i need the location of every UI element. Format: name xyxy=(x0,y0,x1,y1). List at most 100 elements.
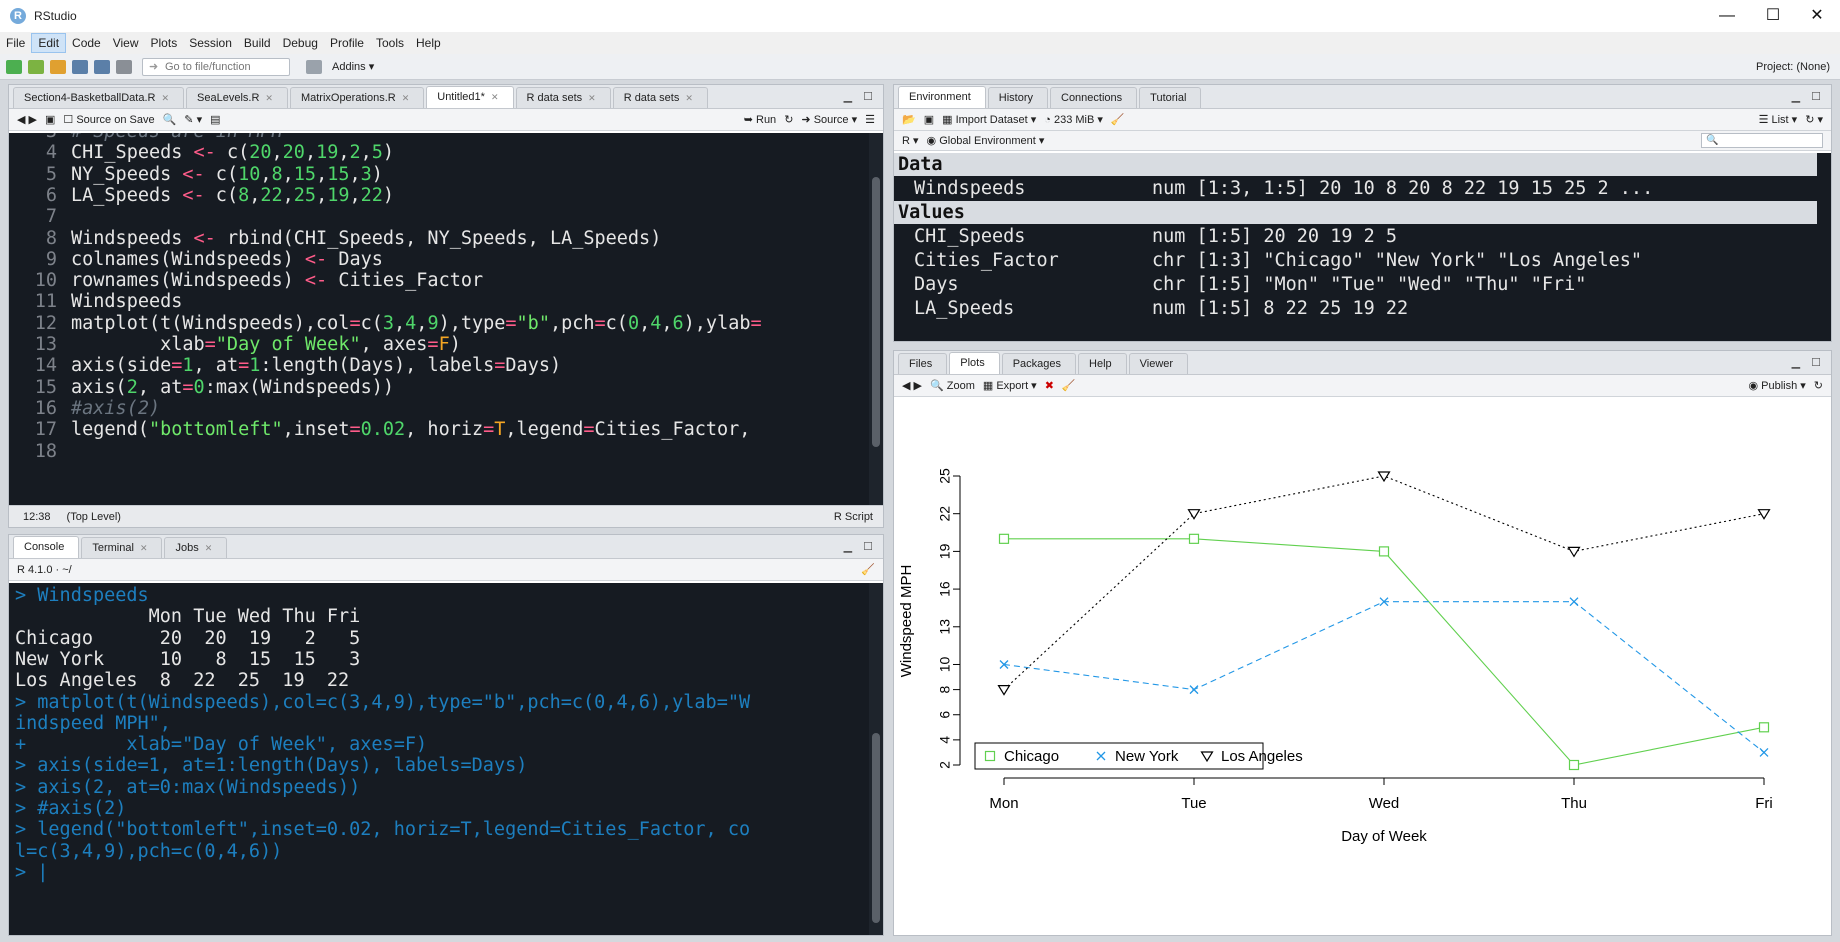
env-row[interactable]: Windspeeds num [1:3, 1:5] 20 10 8 20 8 22… xyxy=(894,177,1817,200)
back-arrow-icon[interactable]: ◀ ▶ xyxy=(17,113,37,126)
menu-help[interactable]: Help xyxy=(410,33,447,53)
source-button[interactable]: ➜ Source ▾ xyxy=(801,113,857,126)
console-output[interactable]: > Windspeeds Mon Tue Wed Thu Fri Chicago … xyxy=(9,583,869,935)
close-tab-icon[interactable]: ✕ xyxy=(588,93,596,103)
x-axis-label: Day of Week xyxy=(1341,828,1427,845)
menu-session[interactable]: Session xyxy=(183,33,238,53)
environment-select[interactable]: ◉ Global Environment ▾ xyxy=(927,134,1045,147)
menu-file[interactable]: File xyxy=(0,33,31,53)
clear-plots-icon[interactable]: 🧹 xyxy=(1062,379,1076,392)
addins-menu[interactable]: Addins ▾ xyxy=(332,60,374,73)
tab-viewer[interactable]: Viewer xyxy=(1128,353,1189,374)
tab-jobs[interactable]: Jobs ✕ xyxy=(164,537,228,558)
memory-usage[interactable]: ◔ 233 MiB ▾ xyxy=(1044,113,1103,126)
tab-history[interactable]: History xyxy=(987,87,1048,108)
open-file-icon[interactable] xyxy=(50,59,66,74)
tab-sealevels-r[interactable]: SeaLevels.R ✕ xyxy=(186,87,288,108)
plots-toolbar: ◀ ▶ 🔍 Zoom ▦ Export ▾ ✖ 🧹 ◉ Publish ▾ ↻ xyxy=(894,375,1831,397)
code-text: rownames(Windspeeds) <- Cities_Factor xyxy=(71,270,484,292)
menu-tools[interactable]: Tools xyxy=(370,33,410,53)
tab-connections[interactable]: Connections xyxy=(1050,87,1138,108)
remove-plot-icon[interactable]: ✖ xyxy=(1045,379,1054,392)
menu-code[interactable]: Code xyxy=(66,33,107,53)
project-menu[interactable]: Project: (None) xyxy=(1756,61,1830,73)
close-tab-icon[interactable]: ✕ xyxy=(491,92,499,102)
search-icon[interactable]: 🔍 xyxy=(163,113,177,126)
menu-profile[interactable]: Profile xyxy=(324,33,370,53)
print-icon[interactable] xyxy=(116,59,132,74)
env-section-header: Values xyxy=(894,201,1817,224)
env-row[interactable]: Days chr [1:5] "Mon" "Tue" "Wed" "Thu" "F… xyxy=(894,273,1817,296)
tab-matrixoperations-r[interactable]: MatrixOperations.R ✕ xyxy=(289,87,425,108)
tab-tutorial[interactable]: Tutorial xyxy=(1139,87,1202,108)
pane-minmax-icon[interactable]: ▁ ☐ xyxy=(844,540,877,553)
run-button[interactable]: ➥ Run xyxy=(744,113,776,126)
env-search-input[interactable]: 🔍 xyxy=(1701,133,1823,148)
tab-console[interactable]: Console xyxy=(13,536,80,558)
code-editor[interactable]: 3 # Speeds are in MPH 4 CHI_Speeds <- c(20,… xyxy=(9,133,869,505)
tab-files[interactable]: Files xyxy=(898,353,948,374)
env-row[interactable]: CHI_Speeds num [1:5] 20 20 19 2 5 xyxy=(894,225,1817,248)
tab-plots[interactable]: Plots xyxy=(949,352,1000,374)
tab-r-data-sets[interactable]: R data sets ✕ xyxy=(612,87,708,108)
tab-help[interactable]: Help xyxy=(1078,353,1127,374)
env-row[interactable]: LA_Speeds num [1:5] 8 22 25 19 22 xyxy=(894,297,1817,320)
tab-r-data-sets[interactable]: R data sets ✕ xyxy=(515,87,611,108)
maximize-button[interactable]: ☐ xyxy=(1750,0,1796,32)
clear-console-icon[interactable]: 🧹 xyxy=(861,563,875,576)
close-tab-icon[interactable]: ✕ xyxy=(685,93,693,103)
console-scrollbar[interactable] xyxy=(869,583,883,935)
goto-file-input[interactable]: Go to file/function xyxy=(142,57,290,76)
new-project-icon[interactable] xyxy=(28,59,44,74)
close-tab-icon[interactable]: ✕ xyxy=(265,93,273,103)
minimize-button[interactable]: — xyxy=(1704,0,1750,32)
import-dataset-button[interactable]: ▦ Import Dataset ▾ xyxy=(942,113,1036,126)
load-workspace-icon[interactable]: 📂 xyxy=(902,113,916,126)
tab-section4-basketballdata-r[interactable]: Section4-BasketballData.R ✕ xyxy=(13,87,185,108)
env-row[interactable]: Cities_Factor chr [1:3] "Chicago" "New Yo… xyxy=(894,249,1817,272)
menu-debug[interactable]: Debug xyxy=(277,33,324,53)
tab-packages[interactable]: Packages xyxy=(1001,353,1077,374)
new-file-icon[interactable] xyxy=(6,59,22,74)
save-all-icon[interactable] xyxy=(94,59,110,74)
tab-untitled1[interactable]: Untitled1* ✕ xyxy=(426,86,514,108)
rerun-icon[interactable]: ↻ xyxy=(784,113,793,126)
close-tab-icon[interactable]: ✕ xyxy=(402,93,410,103)
menu-view[interactable]: View xyxy=(107,33,145,53)
grid-layout-icon[interactable] xyxy=(306,59,322,74)
outline-icon[interactable]: ☰ xyxy=(865,113,875,126)
code-tools-icon[interactable]: ✎ ▾ xyxy=(184,113,202,126)
source-on-save-checkbox[interactable]: ☐ Source on Save xyxy=(63,113,154,126)
close-button[interactable]: ✕ xyxy=(1794,0,1840,32)
prev-plot-icon[interactable]: ◀ ▶ xyxy=(902,379,922,392)
close-tab-icon[interactable]: ✕ xyxy=(161,93,169,103)
language-select[interactable]: R ▾ xyxy=(902,134,919,147)
editor-scroll-thumb[interactable] xyxy=(872,177,880,447)
menu-edit[interactable]: Edit xyxy=(31,33,67,53)
file-type-indicator[interactable]: R Script xyxy=(834,511,873,523)
publish-button[interactable]: ◉ Publish ▾ xyxy=(1748,379,1805,392)
save-icon[interactable] xyxy=(72,59,88,74)
menu-plots[interactable]: Plots xyxy=(145,33,184,53)
tab-terminal[interactable]: Terminal ✕ xyxy=(81,537,163,558)
pane-minmax-icon[interactable]: ▁ ☐ xyxy=(1792,356,1825,369)
console-scroll-thumb[interactable] xyxy=(872,733,880,923)
scope-indicator[interactable]: (Top Level) xyxy=(67,511,121,523)
menu-build[interactable]: Build xyxy=(238,33,277,53)
export-button[interactable]: ▦ Export ▾ xyxy=(983,379,1037,392)
compile-report-icon[interactable]: ▤ xyxy=(210,113,220,126)
refresh-icon[interactable]: ↻ ▾ xyxy=(1805,113,1823,126)
pane-minmax-icon[interactable]: ▁ ☐ xyxy=(844,90,877,103)
view-mode-select[interactable]: ☰ List ▾ xyxy=(1759,113,1798,126)
clear-env-icon[interactable]: 🧹 xyxy=(1111,113,1125,126)
refresh-plot-icon[interactable]: ↻ xyxy=(1814,379,1823,392)
close-tab-icon[interactable]: ✕ xyxy=(140,543,148,553)
editor-scrollbar[interactable] xyxy=(869,133,883,505)
close-tab-icon[interactable]: ✕ xyxy=(205,543,213,553)
tab-environment[interactable]: Environment xyxy=(898,86,986,108)
save-file-icon[interactable]: ▣ xyxy=(45,113,55,126)
pane-minmax-icon[interactable]: ▁ ☐ xyxy=(1792,90,1825,103)
save-workspace-icon[interactable]: ▣ xyxy=(924,113,934,126)
source-tabstrip: Section4-BasketballData.R ✕ SeaLevels.R ✕ Ma… xyxy=(9,85,883,109)
zoom-button[interactable]: 🔍 Zoom xyxy=(930,379,975,392)
